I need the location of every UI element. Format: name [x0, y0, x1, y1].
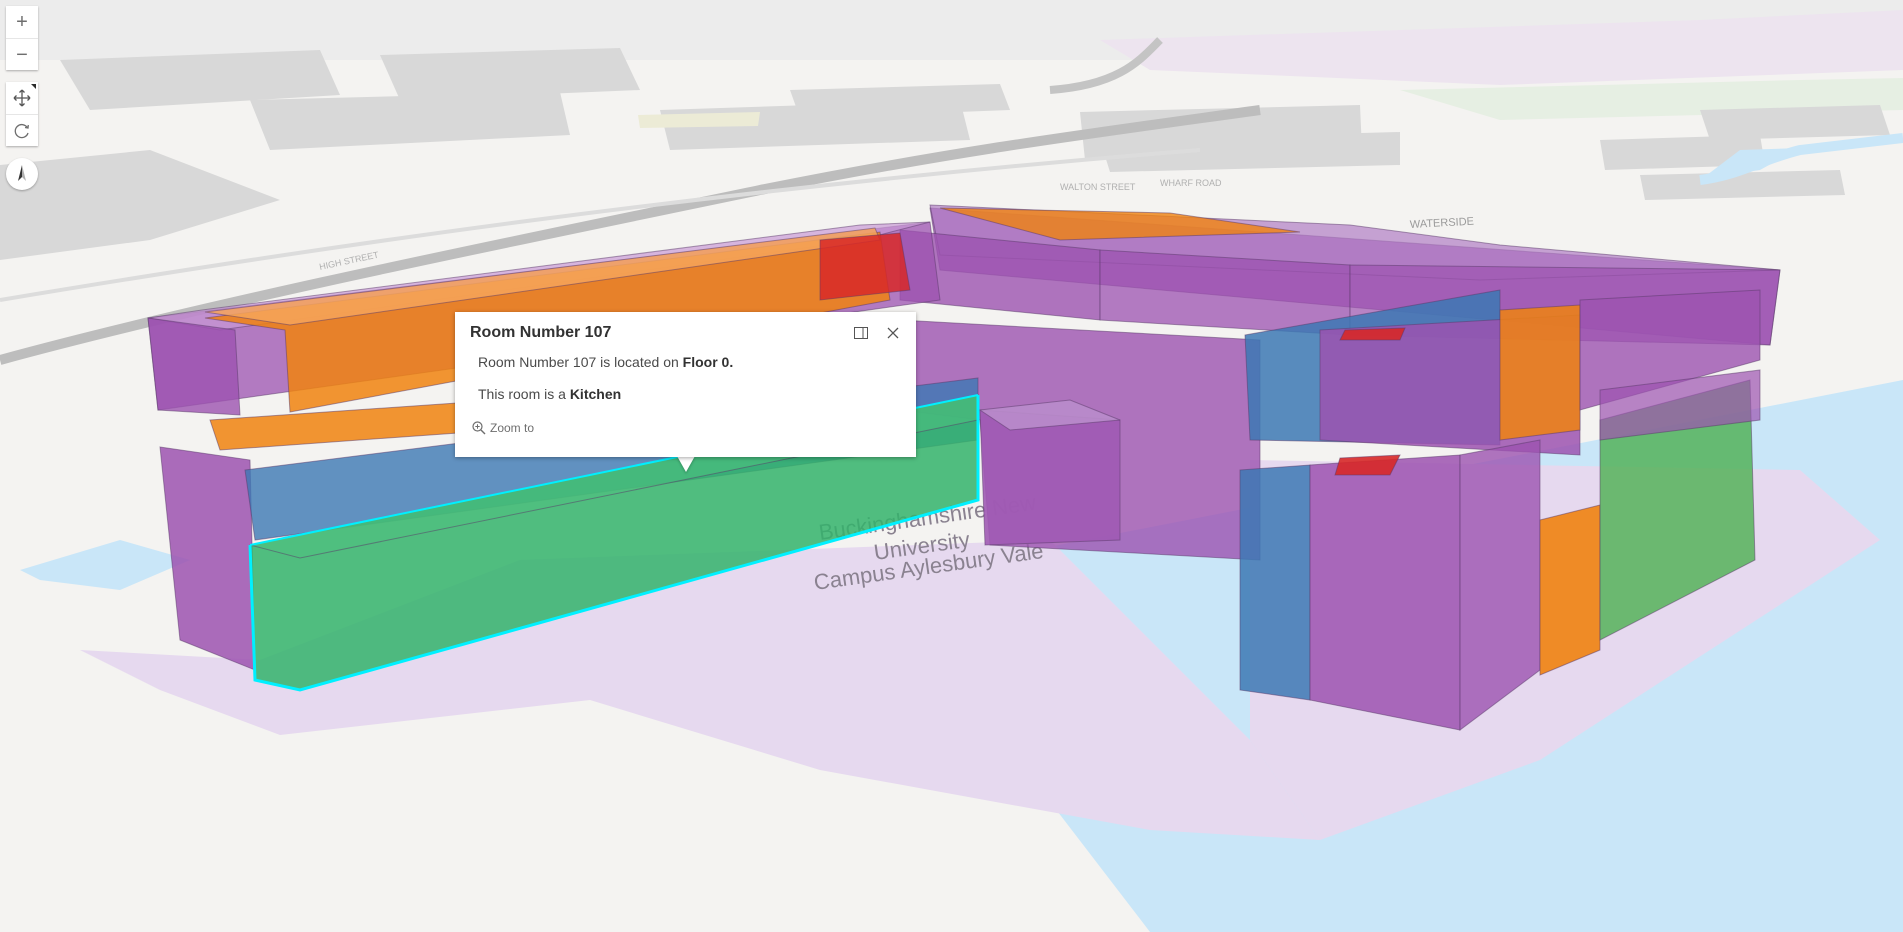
room-back-upper-b[interactable]: [1099, 249, 1351, 336]
popup-actions: [848, 321, 906, 345]
dock-icon: [854, 327, 868, 339]
pan-button[interactable]: [6, 82, 38, 114]
zoom-controls: + −: [6, 6, 38, 70]
compass-icon: [18, 165, 26, 181]
street-label-top: WHARF ROAD: [1160, 178, 1222, 188]
room-left-end-upper[interactable]: [147, 317, 241, 416]
popup-type-line: This room is a Kitchen: [478, 386, 733, 402]
zoom-to-icon: [472, 421, 486, 435]
zoom-to-action[interactable]: Zoom to: [472, 421, 534, 435]
room-right-orange-lower[interactable]: [1539, 504, 1601, 676]
zoom-in-button[interactable]: +: [6, 6, 38, 38]
street-label-top2: WALTON STREET: [1060, 182, 1136, 192]
zoom-to-label: Zoom to: [490, 421, 535, 435]
popup-pointer: [677, 456, 695, 472]
rotate-button[interactable]: [6, 114, 38, 146]
room-right-red-a[interactable]: [1334, 454, 1401, 476]
active-indicator: [31, 84, 36, 89]
room-right-corridor-lower[interactable]: [1239, 464, 1311, 701]
room-right-orange-upper[interactable]: [1499, 304, 1581, 441]
plus-icon: +: [16, 11, 28, 33]
map-scene-view[interactable]: WATERSIDE WHARF ROAD WALTON STREET HIGH …: [0, 0, 1903, 932]
popup-content: Room Number 107 is located on Floor 0. T…: [478, 354, 733, 418]
room-right-red-b[interactable]: [1339, 327, 1406, 341]
popup-title: Room Number 107: [470, 324, 612, 341]
type-value: Kitchen: [569, 386, 622, 402]
popup-floor-line: Room Number 107 is located on Floor 0.: [478, 354, 733, 370]
floor-prefix: Room Number 107 is located on: [478, 354, 683, 370]
minus-icon: −: [16, 43, 28, 66]
close-button[interactable]: [880, 321, 906, 345]
compass: [6, 158, 38, 190]
compass-button[interactable]: [6, 158, 38, 190]
feature-popup: Room Number 107 Room Number 107 is locat…: [455, 312, 916, 457]
close-icon: [887, 327, 899, 339]
room-right-lower-a[interactable]: [1309, 454, 1461, 731]
navigation-toggle: [6, 82, 38, 146]
type-prefix: This room is a: [478, 386, 570, 402]
move-icon: [13, 89, 31, 107]
floor-value: Floor 0.: [682, 354, 734, 370]
dock-button[interactable]: [848, 321, 874, 345]
room-left-red[interactable]: [819, 232, 911, 301]
room-back-box[interactable]: [979, 409, 1121, 546]
rotate-icon: [14, 123, 29, 138]
zoom-out-button[interactable]: −: [6, 38, 38, 70]
